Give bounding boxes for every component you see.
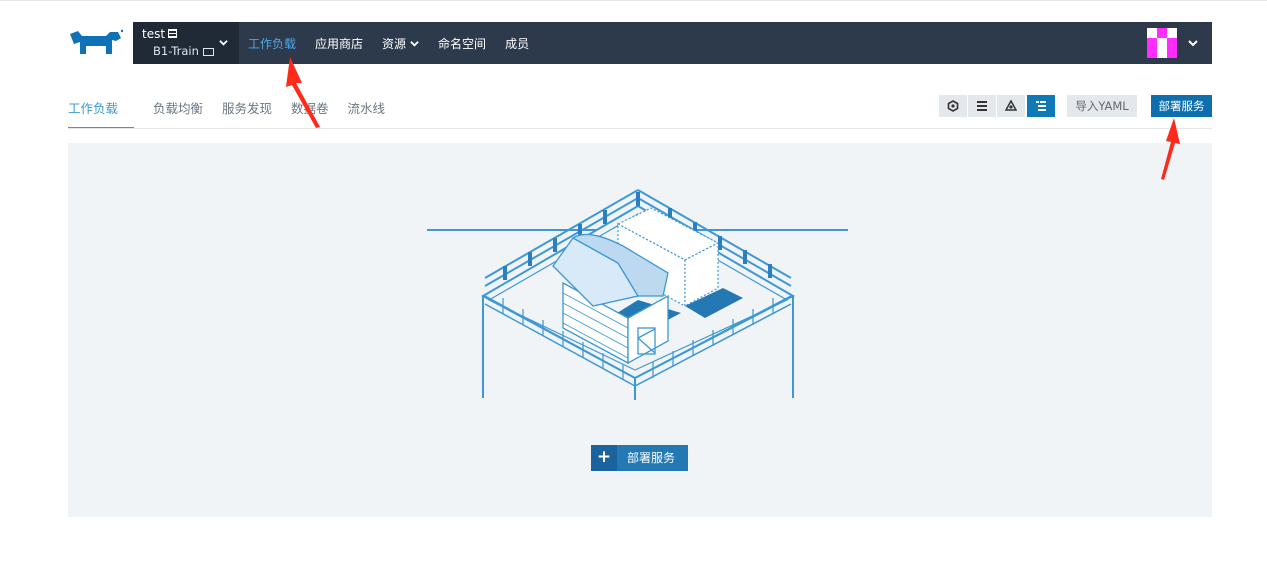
project-icon [168, 29, 178, 38]
tab-service-discovery[interactable]: 服务发现 [222, 88, 272, 129]
empty-deploy-button[interactable]: + 部署服务 [591, 445, 688, 471]
nav-app-catalog[interactable]: 应用商店 [315, 35, 363, 52]
nav-members[interactable]: 成员 [505, 35, 529, 52]
tab-load-balancing[interactable]: 负载均衡 [153, 88, 203, 129]
tree-list-icon [1036, 101, 1046, 111]
node-view-button[interactable] [939, 95, 967, 117]
list-view-icon [977, 101, 987, 111]
sub-tabs: 工作负载 负载均衡 服务发现 数据卷 流水线 [68, 88, 404, 129]
tree-list-button[interactable] [1027, 95, 1055, 117]
empty-farm-illustration [427, 189, 848, 400]
list-view-button[interactable] [968, 95, 996, 117]
tab-pipelines[interactable]: 流水线 [348, 88, 386, 129]
group-view-icon [1005, 100, 1017, 111]
cluster-icon [202, 48, 214, 56]
group-view-button[interactable] [997, 95, 1025, 117]
chevron-down-icon[interactable] [1188, 38, 1198, 48]
tab-workloads[interactable]: 工作负载 [68, 88, 134, 129]
plus-icon: + [591, 445, 617, 471]
tab-divider [68, 128, 1212, 129]
deploy-button[interactable]: 部署服务 [1151, 95, 1212, 117]
rancher-logo[interactable] [68, 28, 124, 58]
chevron-down-icon [410, 40, 419, 47]
nav-namespaces[interactable]: 命名空间 [438, 35, 486, 52]
annotation-arrow [286, 57, 320, 128]
import-yaml-button[interactable]: 导入YAML [1067, 95, 1137, 117]
node-view-icon [947, 100, 959, 112]
nav-resources-label: 资源 [382, 36, 407, 51]
project-name: test [142, 27, 166, 41]
top-border [0, 0, 1267, 1]
cluster-name-row: B1-Train [153, 44, 214, 58]
user-avatar[interactable] [1147, 28, 1177, 58]
nav-resources[interactable]: 资源 [382, 35, 419, 52]
chevron-down-icon [219, 40, 228, 46]
empty-deploy-label: 部署服务 [627, 451, 676, 465]
annotation-arrow [1161, 118, 1180, 180]
cluster-name: B1-Train [153, 44, 199, 58]
cluster-project-switcher[interactable]: test B1-Train [133, 22, 239, 64]
project-name-row: test [142, 27, 178, 41]
empty-state-panel: + 部署服务 [68, 143, 1212, 517]
nav-workloads[interactable]: 工作负载 [248, 35, 296, 52]
